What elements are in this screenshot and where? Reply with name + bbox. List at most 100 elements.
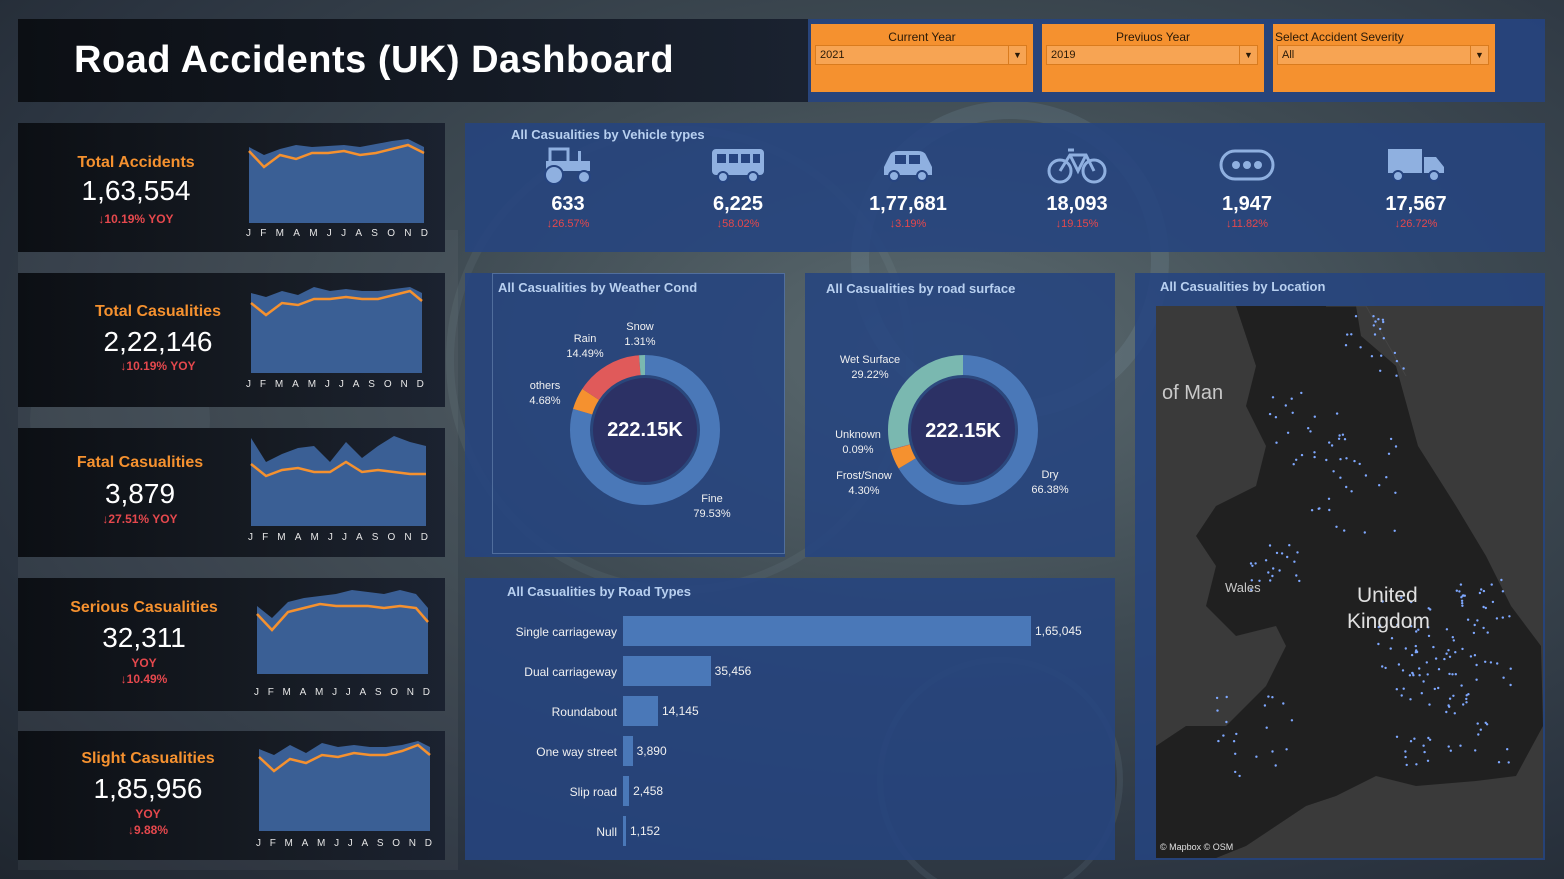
month-tick: D	[422, 687, 430, 698]
casualty-point	[1395, 735, 1399, 738]
month-tick: M	[317, 838, 326, 849]
chevron-down-icon[interactable]: ▼	[1470, 46, 1488, 64]
casualty-point	[1480, 588, 1483, 591]
casualty-map[interactable]: of Man Wales United Kingdom © Mapbox © O…	[1156, 306, 1543, 858]
month-tick: S	[376, 838, 384, 849]
casualty-point	[1393, 529, 1396, 532]
casualty-point	[1382, 337, 1385, 340]
current-year-label: Current Year	[888, 30, 956, 44]
casualty-point	[1460, 684, 1463, 687]
casualty-point	[1474, 749, 1477, 752]
month-tick: J	[246, 228, 251, 239]
severity-filter[interactable]: Select Accident Severity All ▼	[1273, 24, 1495, 92]
map-label-wales: Wales	[1225, 580, 1261, 595]
kpi-sparkline	[250, 287, 423, 373]
casualty-point	[1284, 404, 1287, 407]
casualty-point	[1455, 589, 1458, 592]
casualty-point	[1482, 605, 1485, 609]
casualty-point	[1285, 748, 1288, 751]
label-others: others 4.68%	[529, 380, 561, 407]
casualty-point	[1292, 463, 1295, 466]
casualty-point	[1354, 315, 1358, 318]
casualty-point	[1328, 441, 1331, 444]
road-type-bar[interactable]	[623, 616, 1031, 646]
kpi-value: 32,311	[102, 622, 186, 653]
kpi-label: Total Accidents	[77, 154, 195, 171]
casualty-point	[1453, 712, 1456, 715]
previous-year-dropdown[interactable]: 2019 ▼	[1046, 45, 1258, 65]
month-tick: D	[424, 838, 432, 849]
casualty-point	[1404, 647, 1407, 650]
casualty-point	[1309, 430, 1312, 433]
month-tick: M	[277, 532, 286, 543]
map-label-united: United	[1357, 584, 1418, 607]
casualty-point	[1418, 674, 1421, 677]
road-type-bar[interactable]	[623, 816, 626, 846]
label-unknown: Unknown 0.09%	[835, 429, 881, 456]
vehicle-car: 1,77,681 ↓3.19%	[823, 145, 993, 230]
casualty-point	[1445, 652, 1448, 655]
kpi-yoy-label: YOY	[131, 656, 157, 670]
casualty-point	[1465, 697, 1468, 701]
road-type-bar[interactable]	[623, 656, 711, 686]
header-bar: Road Accidents (UK) Dashboard Current Ye…	[18, 19, 1545, 102]
casualty-point	[1280, 552, 1284, 555]
road-type-bar[interactable]	[623, 696, 658, 726]
kpi-label: Slight Casualities	[81, 750, 215, 767]
casualty-point	[1454, 673, 1457, 676]
location-panel: All Casualities by Location of Man Wales…	[1135, 273, 1545, 860]
casualty-point	[1395, 359, 1399, 363]
casualty-point	[1377, 318, 1380, 321]
vehicle-change: ↓26.57%	[546, 218, 590, 230]
casualty-point	[1268, 544, 1272, 547]
month-axis: JFMAMJJASOND	[246, 379, 424, 390]
kpi-yoy: ↓10.19% YOY	[120, 359, 196, 373]
casualty-point	[1335, 412, 1339, 415]
casualty-point	[1461, 594, 1464, 597]
previous-year-filter[interactable]: Previuos Year 2019 ▼	[1042, 24, 1264, 92]
vehicle-value: 6,225	[712, 193, 764, 215]
casualty-point	[1509, 667, 1512, 670]
month-tick: D	[420, 532, 428, 543]
casualty-point	[1475, 663, 1478, 667]
casualty-point	[1412, 674, 1415, 677]
severity-value: All	[1282, 49, 1295, 61]
casualty-point	[1390, 637, 1394, 640]
month-axis: JFMAMJJASOND	[254, 687, 430, 698]
casualty-point	[1445, 628, 1449, 631]
kpi-card-fatal-casualities: Fatal Casualities 3,879 ↓27.51% YOY JFMA…	[18, 428, 445, 557]
chevron-down-icon[interactable]: ▼	[1239, 46, 1257, 64]
casualty-point	[1458, 590, 1461, 593]
kpi-sparkline	[248, 139, 425, 223]
month-tick: J	[332, 687, 338, 698]
casualty-point	[1433, 687, 1436, 691]
road-types-title: All Casualities by Road Types	[507, 584, 691, 599]
casualty-point	[1447, 745, 1450, 748]
month-tick: F	[262, 532, 269, 543]
casualty-point	[1501, 616, 1504, 619]
road-type-bar[interactable]	[623, 776, 630, 806]
kpi-yoy: ↓10.49%	[120, 672, 168, 686]
casualty-point	[1404, 750, 1407, 753]
casualty-point	[1372, 324, 1375, 327]
casualty-point	[1473, 654, 1477, 657]
map-label-kingdom: Kingdom	[1347, 610, 1430, 633]
month-tick: F	[267, 687, 274, 698]
road-type-bar[interactable]	[623, 736, 633, 766]
month-tick: N	[404, 228, 412, 239]
casualty-point	[1271, 574, 1274, 578]
current-year-value: 2021	[820, 49, 845, 61]
casualty-point	[1232, 740, 1236, 743]
month-tick: J	[248, 532, 253, 543]
car-icon	[884, 151, 932, 182]
month-tick: J	[345, 687, 351, 698]
month-tick: O	[392, 838, 401, 849]
casualty-point	[1459, 583, 1463, 586]
casualty-point	[1459, 744, 1462, 747]
severity-dropdown[interactable]: All ▼	[1277, 45, 1489, 65]
current-year-filter[interactable]: Current Year 2021 ▼	[811, 24, 1033, 92]
casualty-point	[1313, 455, 1316, 459]
chevron-down-icon[interactable]: ▼	[1008, 46, 1026, 64]
current-year-dropdown[interactable]: 2021 ▼	[815, 45, 1027, 65]
casualty-point	[1496, 662, 1499, 665]
